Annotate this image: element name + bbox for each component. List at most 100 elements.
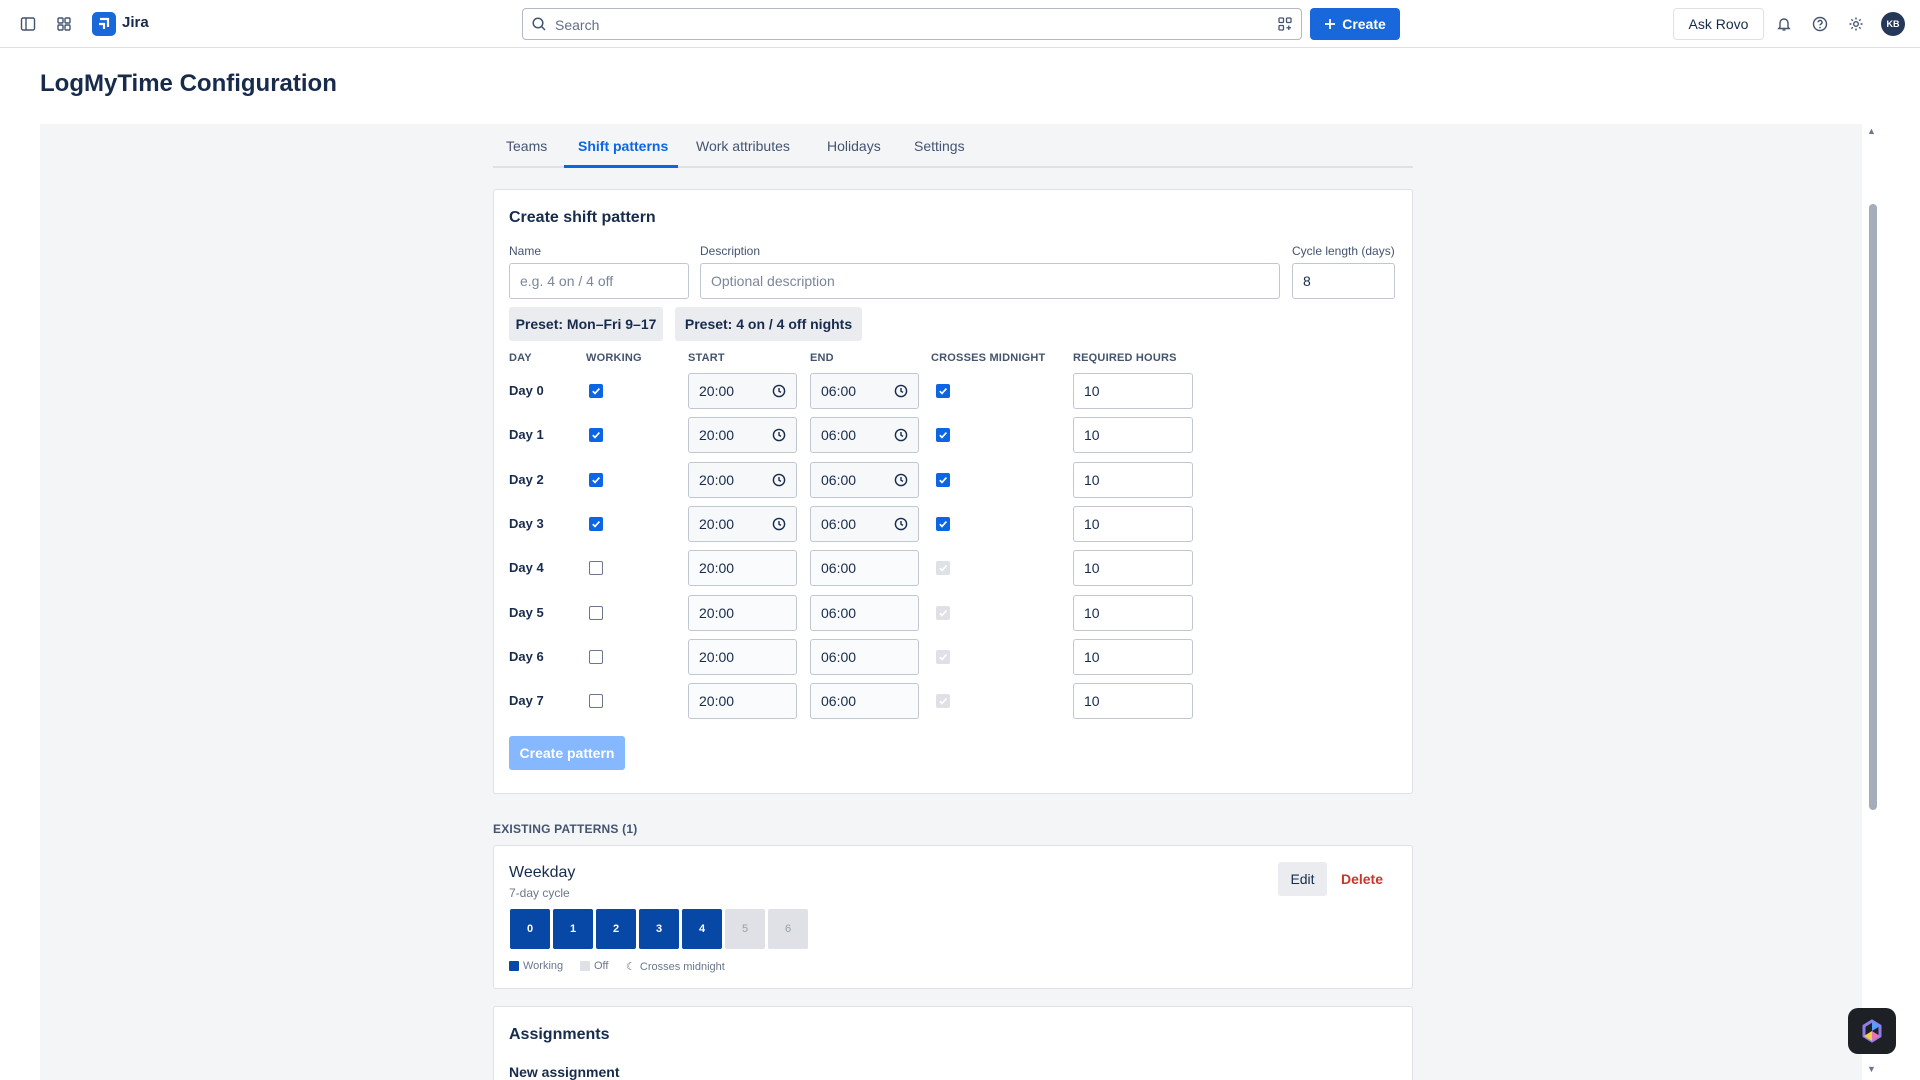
- search-placeholder: Search: [555, 17, 600, 33]
- tab-holidays[interactable]: Holidays: [827, 138, 881, 154]
- search-filter-icon[interactable]: [1277, 16, 1293, 37]
- clock-icon[interactable]: [772, 384, 786, 401]
- active-tab-indicator: [564, 165, 678, 168]
- end-time-field[interactable]: 06:00: [810, 639, 919, 675]
- crosses-midnight-checkbox: [936, 694, 950, 708]
- pattern-day-box: 1: [553, 909, 593, 949]
- tab-shift-patterns[interactable]: Shift patterns: [578, 138, 668, 154]
- legend-crosses-midnight: ☾ Crosses midnight: [626, 960, 725, 974]
- crosses-midnight-checkbox[interactable]: [936, 517, 950, 531]
- legend-off-label: Off: [594, 960, 609, 972]
- required-hours-field[interactable]: 10: [1073, 683, 1193, 719]
- start-time-field[interactable]: 20:00: [688, 639, 797, 675]
- legend-working: Working: [509, 960, 563, 972]
- crosses-midnight-checkbox[interactable]: [936, 384, 950, 398]
- description-label: Description: [700, 244, 761, 258]
- legend-working-swatch: [509, 961, 519, 971]
- crosses-midnight-checkbox[interactable]: [936, 428, 950, 442]
- ask-rovo-button[interactable]: Ask Rovo: [1673, 8, 1764, 40]
- clock-icon[interactable]: [772, 428, 786, 445]
- working-checkbox[interactable]: [589, 428, 603, 442]
- rovo-chat-button[interactable]: [1848, 1008, 1896, 1054]
- pattern-day-box: 4: [682, 909, 722, 949]
- clock-icon[interactable]: [772, 517, 786, 534]
- required-hours-field[interactable]: 10: [1073, 506, 1193, 542]
- clock-icon[interactable]: [772, 473, 786, 490]
- scroll-down-arrow-icon[interactable]: ▼: [1867, 1064, 1876, 1074]
- scroll-up-arrow-icon[interactable]: ▲: [1867, 126, 1876, 136]
- end-time-field[interactable]: 06:00: [810, 417, 919, 453]
- required-hours-field[interactable]: 10: [1073, 595, 1193, 631]
- description-field[interactable]: Optional description: [700, 263, 1280, 299]
- plus-icon: [1325, 19, 1336, 29]
- clock-icon[interactable]: [894, 473, 908, 490]
- start-time-value: 20:00: [699, 649, 735, 665]
- start-time-field[interactable]: 20:00: [688, 550, 797, 586]
- clock-icon[interactable]: [894, 384, 908, 401]
- pattern-name: Weekday: [509, 864, 576, 881]
- required-hours-field[interactable]: 10: [1073, 417, 1193, 453]
- start-time-field[interactable]: 20:00: [688, 373, 797, 409]
- gear-icon[interactable]: [1844, 12, 1868, 36]
- create-button[interactable]: Create: [1310, 8, 1400, 40]
- start-time-field[interactable]: 20:00: [688, 683, 797, 719]
- required-hours-field[interactable]: 10: [1073, 550, 1193, 586]
- end-time-field[interactable]: 06:00: [810, 462, 919, 498]
- tab-settings[interactable]: Settings: [914, 138, 965, 154]
- search-input[interactable]: Search: [522, 8, 1302, 40]
- tab-work-attributes[interactable]: Work attributes: [696, 138, 790, 154]
- legend-working-label: Working: [523, 960, 564, 972]
- crosses-midnight-checkbox[interactable]: [936, 473, 950, 487]
- working-checkbox[interactable]: [589, 517, 603, 531]
- help-icon[interactable]: [1808, 12, 1832, 36]
- clock-icon[interactable]: [894, 517, 908, 534]
- app-name[interactable]: Jira: [122, 14, 149, 31]
- working-checkbox[interactable]: [589, 650, 603, 664]
- working-checkbox[interactable]: [589, 606, 603, 620]
- edit-pattern-button[interactable]: Edit: [1278, 862, 1327, 896]
- start-time-field[interactable]: 20:00: [688, 417, 797, 453]
- required-hours-field[interactable]: 10: [1073, 639, 1193, 675]
- pattern-day-box: 5: [725, 909, 765, 949]
- cycle-length-field[interactable]: 8: [1292, 263, 1395, 299]
- column-header-working: WORKING: [586, 352, 642, 364]
- jira-logo-icon[interactable]: [92, 12, 116, 36]
- app-switcher-icon[interactable]: [52, 12, 76, 36]
- end-time-field[interactable]: 06:00: [810, 550, 919, 586]
- create-pattern-title: Create shift pattern: [509, 209, 656, 226]
- end-time-field[interactable]: 06:00: [810, 373, 919, 409]
- pattern-day-box: 3: [639, 909, 679, 949]
- end-time-value: 06:00: [821, 516, 857, 532]
- pattern-day-box: 0: [510, 909, 550, 949]
- working-checkbox[interactable]: [589, 473, 603, 487]
- create-pattern-button[interactable]: Create pattern: [509, 736, 625, 770]
- end-time-field[interactable]: 06:00: [810, 506, 919, 542]
- sidebar-toggle-icon[interactable]: [16, 12, 40, 36]
- start-time-value: 20:00: [699, 605, 735, 621]
- name-field[interactable]: e.g. 4 on / 4 off: [509, 263, 689, 299]
- working-checkbox[interactable]: [589, 561, 603, 575]
- avatar[interactable]: KB: [1881, 12, 1905, 36]
- page-title: LogMyTime Configuration: [40, 70, 337, 97]
- required-hours-field[interactable]: 10: [1073, 462, 1193, 498]
- end-time-value: 06:00: [821, 693, 857, 709]
- end-time-field[interactable]: 06:00: [810, 595, 919, 631]
- tab-teams[interactable]: Teams: [506, 138, 547, 154]
- legend-off-swatch: [580, 961, 590, 971]
- crosses-midnight-checkbox: [936, 561, 950, 575]
- preset-nights-button[interactable]: Preset: 4 on / 4 off nights: [675, 307, 862, 341]
- bell-icon[interactable]: [1772, 12, 1796, 36]
- end-time-value: 06:00: [821, 472, 857, 488]
- clock-icon[interactable]: [894, 428, 908, 445]
- required-hours-field[interactable]: 10: [1073, 373, 1193, 409]
- working-checkbox[interactable]: [589, 694, 603, 708]
- preset-weekday-button[interactable]: Preset: Mon–Fri 9–17: [509, 307, 663, 341]
- scrollbar-thumb[interactable]: [1869, 204, 1877, 810]
- start-time-field[interactable]: 20:00: [688, 506, 797, 542]
- end-time-field[interactable]: 06:00: [810, 683, 919, 719]
- start-time-field[interactable]: 20:00: [688, 595, 797, 631]
- start-time-field[interactable]: 20:00: [688, 462, 797, 498]
- working-checkbox[interactable]: [589, 384, 603, 398]
- delete-pattern-button[interactable]: Delete: [1334, 862, 1390, 896]
- crosses-midnight-checkbox: [936, 650, 950, 664]
